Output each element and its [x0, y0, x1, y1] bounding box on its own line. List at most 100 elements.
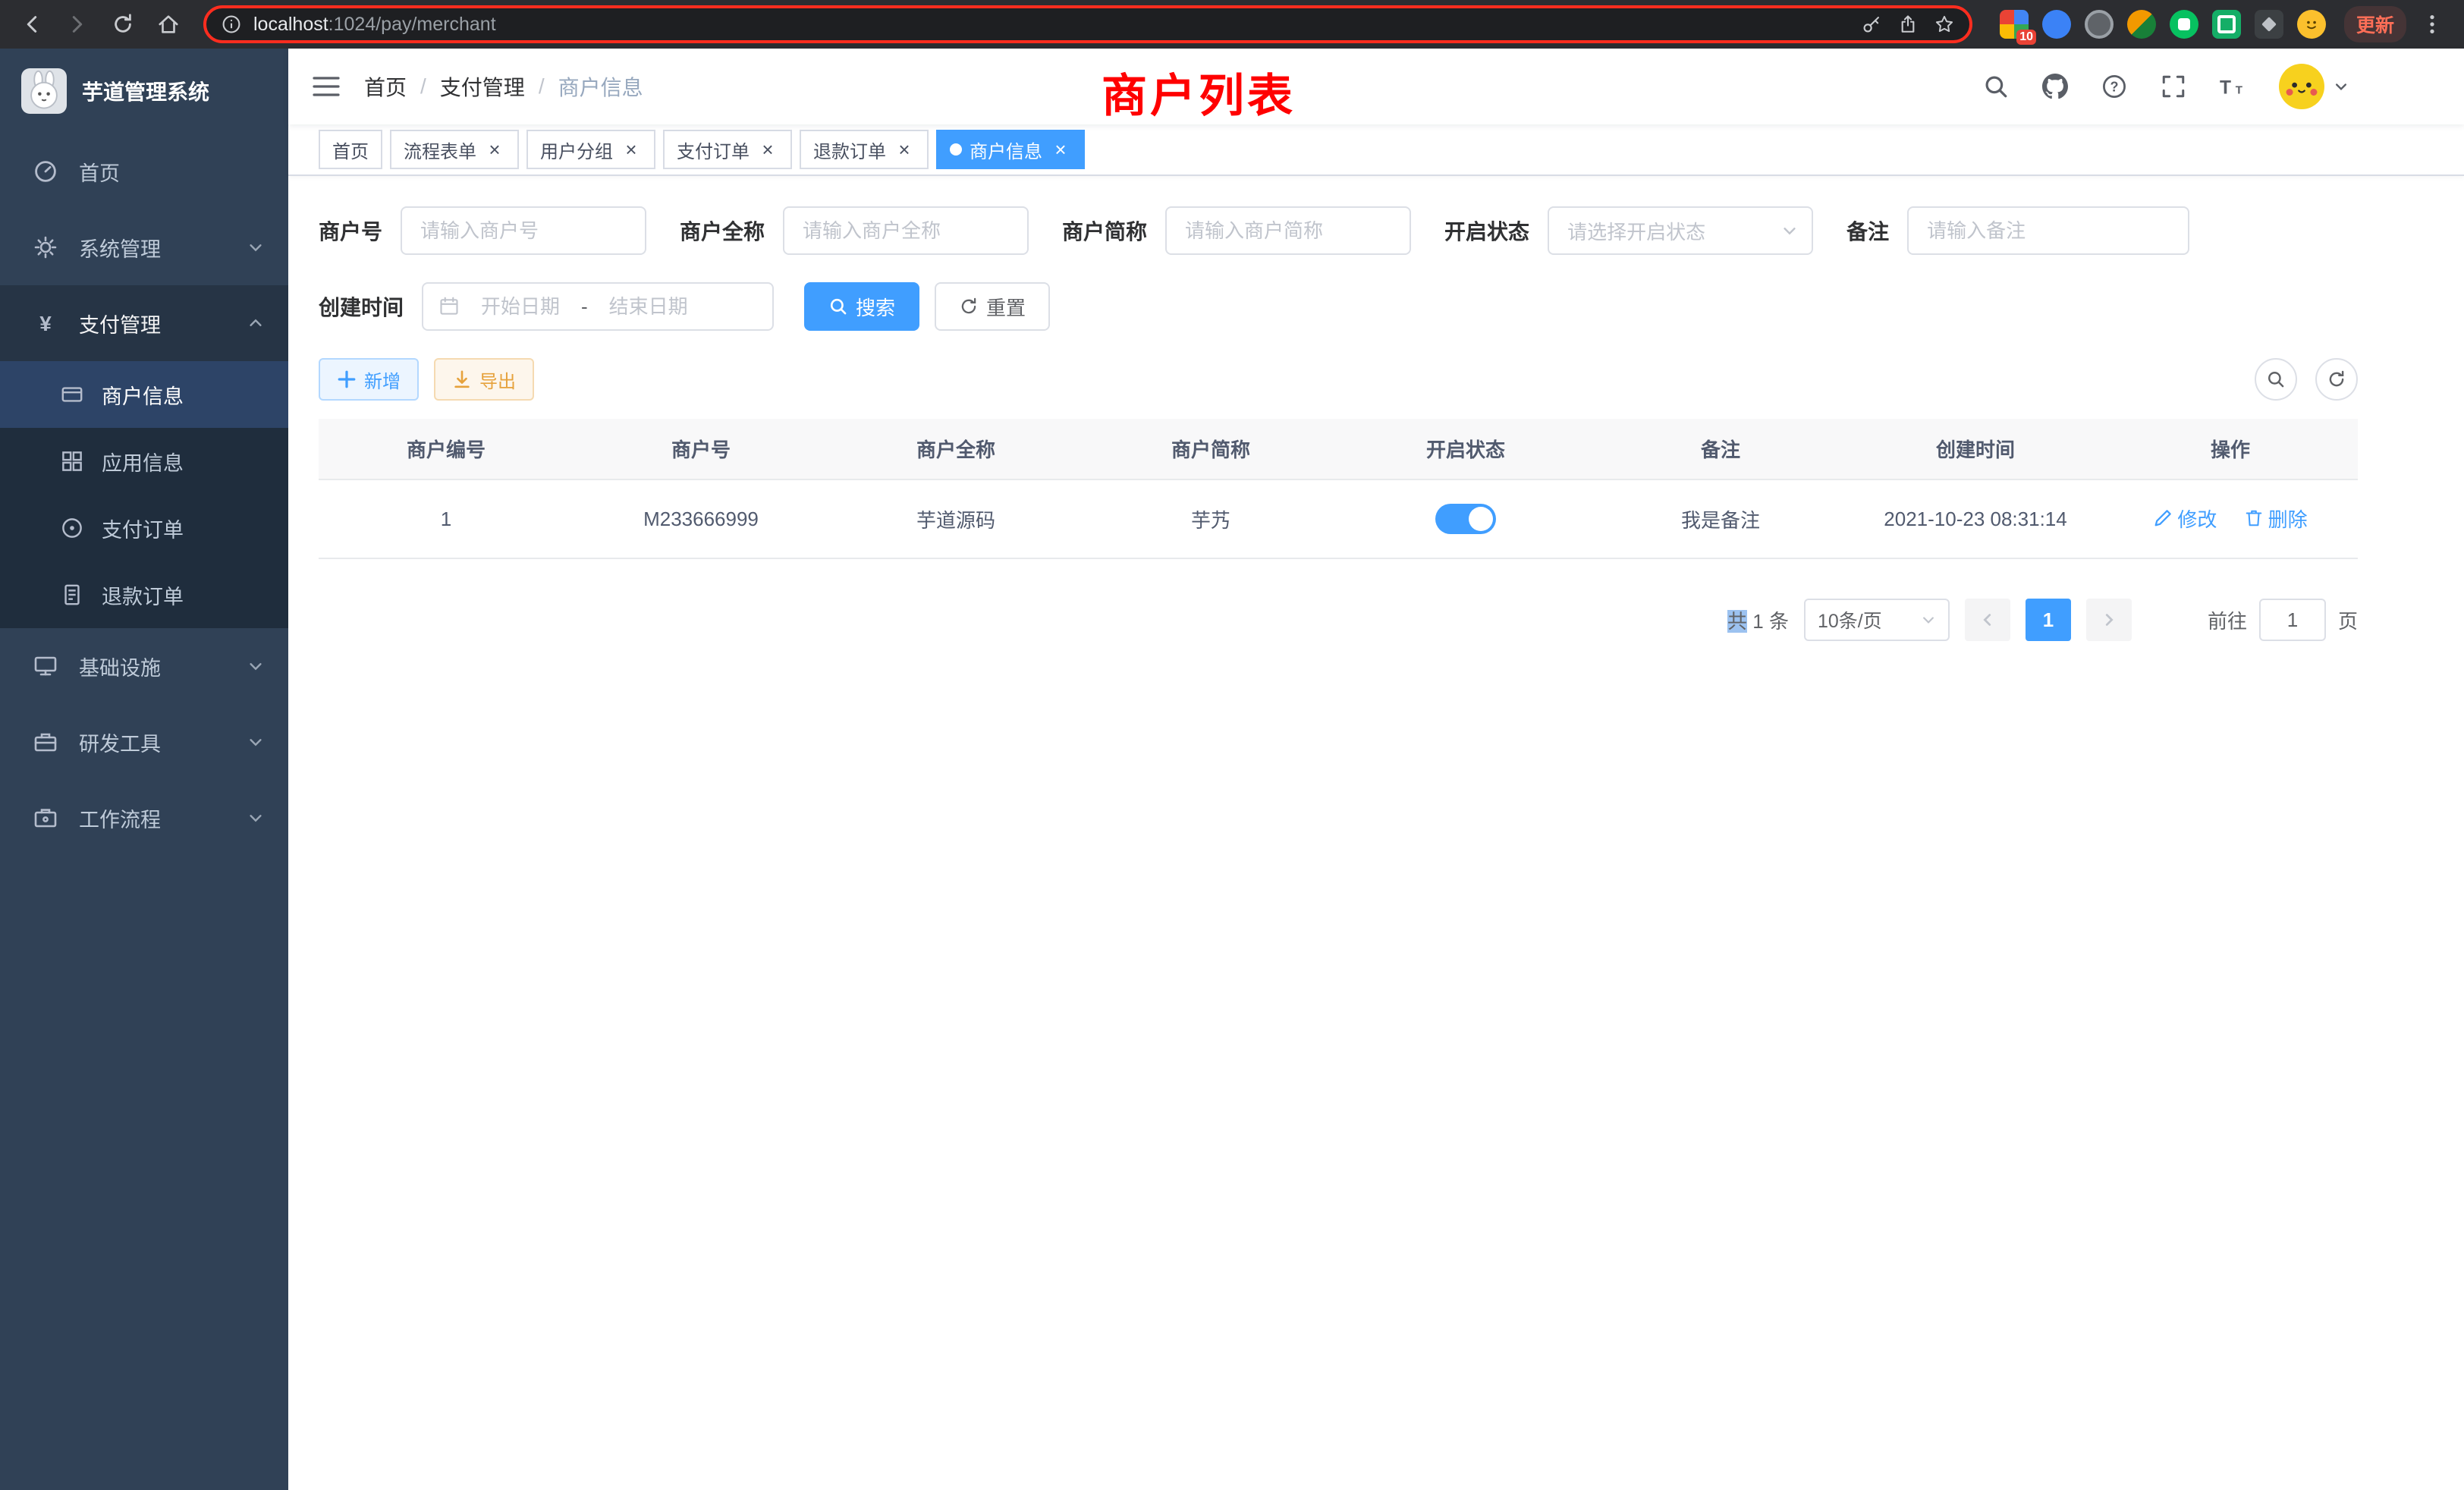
calendar-icon: [438, 296, 460, 317]
app-title: 芋道管理系统: [82, 76, 209, 106]
sidebar-item-payment[interactable]: ¥ 支付管理: [0, 285, 288, 361]
sidebar-item-refund-order[interactable]: 退款订单: [0, 561, 288, 628]
date-end-input[interactable]: [594, 295, 703, 319]
sidebar-item-system[interactable]: 系统管理: [0, 209, 288, 285]
reset-button[interactable]: 重置: [935, 282, 1050, 331]
date-start-input[interactable]: [466, 295, 575, 319]
extension-dark-icon[interactable]: [2085, 10, 2114, 39]
extensions-pin-icon[interactable]: [2255, 10, 2283, 39]
extension-grid-icon[interactable]: 10: [2000, 10, 2029, 39]
browser-reload-icon[interactable]: [103, 5, 143, 44]
bookmark-star-icon[interactable]: [1934, 14, 1954, 34]
browser-home-icon[interactable]: [149, 5, 188, 44]
tab-user-group[interactable]: 用户分组 ×: [526, 130, 655, 169]
breadcrumb-separator: /: [420, 74, 426, 99]
tab-home[interactable]: 首页: [319, 130, 382, 169]
browser-forward-icon[interactable]: [58, 5, 97, 44]
sidebar-item-workflow[interactable]: 工作流程: [0, 780, 288, 856]
search-button[interactable]: 搜索: [804, 282, 919, 331]
tab-close-icon[interactable]: ×: [621, 139, 642, 160]
tab-merchant-info[interactable]: 商户信息 ×: [936, 130, 1085, 169]
delete-link[interactable]: 删除: [2244, 505, 2308, 533]
chevron-down-icon: [1921, 612, 1936, 627]
breadcrumb-home[interactable]: 首页: [364, 71, 407, 102]
site-info-icon[interactable]: [222, 14, 241, 34]
sidebar: 芋道管理系统 首页 系统管理: [0, 49, 288, 1490]
sidebar-item-app-info[interactable]: 应用信息: [0, 428, 288, 495]
next-page-button[interactable]: [2086, 599, 2132, 641]
tab-refund-order[interactable]: 退款订单 ×: [800, 130, 929, 169]
search-icon[interactable]: [1983, 74, 2009, 99]
app-logo[interactable]: 芋道管理系统: [0, 49, 288, 134]
field-label: 开启状态: [1444, 215, 1529, 246]
tab-close-icon[interactable]: ×: [757, 139, 778, 160]
tab-pay-order[interactable]: 支付订单 ×: [663, 130, 792, 169]
tab-close-icon[interactable]: ×: [1050, 139, 1071, 160]
tab-process-form[interactable]: 流程表单 ×: [390, 130, 519, 169]
browser-back-icon[interactable]: [12, 5, 52, 44]
tab-label: 商户信息: [970, 137, 1042, 163]
extension-drop-icon[interactable]: [2042, 10, 2071, 39]
table-toolbar: 新增 导出: [319, 358, 2358, 401]
payment-submenu: 商户信息 应用信息 支付订单: [0, 361, 288, 628]
sidebar-item-label: 工作流程: [79, 803, 161, 833]
svg-text:¥: ¥: [39, 312, 52, 335]
status-select[interactable]: 请选择开启状态: [1548, 206, 1813, 255]
page-size-select[interactable]: 10条/页: [1804, 599, 1950, 641]
sidebar-item-infra[interactable]: 基础设施: [0, 628, 288, 704]
sidebar-item-label: 研发工具: [79, 728, 161, 757]
browser-window: localhost:1024/pay/merchant 10: [0, 0, 2464, 1490]
extension-smiley-icon[interactable]: [2297, 10, 2326, 39]
tab-close-icon[interactable]: ×: [484, 139, 505, 160]
share-icon[interactable]: [1898, 14, 1918, 34]
font-size-icon[interactable]: TT: [2220, 74, 2246, 99]
help-icon[interactable]: ?: [2101, 74, 2127, 99]
add-button[interactable]: 新增: [319, 358, 419, 401]
sidebar-item-pay-order[interactable]: 支付订单: [0, 495, 288, 561]
field-short-name: 商户简称: [1062, 206, 1411, 255]
sidebar-item-merchant-info[interactable]: 商户信息: [0, 361, 288, 428]
svg-text:?: ?: [2110, 79, 2118, 94]
table-toolbar-right: [2255, 358, 2358, 401]
passwords-key-icon[interactable]: [1862, 14, 1881, 34]
edit-link[interactable]: 修改: [2153, 505, 2217, 533]
merchant-no-input[interactable]: [401, 206, 646, 255]
cell-merchant-no: M233666999: [574, 479, 828, 558]
goto-page-input[interactable]: [2259, 599, 2326, 641]
fullscreen-icon[interactable]: [2161, 74, 2186, 99]
sidebar-toggle-icon[interactable]: [288, 49, 364, 124]
page-number-button[interactable]: 1: [2026, 599, 2071, 641]
sidebar-item-home[interactable]: 首页: [0, 134, 288, 209]
user-menu[interactable]: [2279, 64, 2349, 109]
toggle-search-icon[interactable]: [2255, 358, 2297, 401]
refresh-table-icon[interactable]: [2315, 358, 2358, 401]
sidebar-item-devtools[interactable]: 研发工具: [0, 704, 288, 780]
url-path: :1024/pay/merchant: [328, 14, 496, 35]
col-merchant-no: 商户号: [574, 419, 828, 479]
extension-badge: 10: [2016, 30, 2036, 45]
page-size-value: 10条/页: [1818, 606, 1882, 633]
merchant-table: 商户编号 商户号 商户全称 商户简称 开启状态 备注 创建时间 操作 1: [319, 419, 2358, 559]
table-row: 1 M233666999 芋道源码 芋艿 我是备注 2021-10-23 08:…: [319, 479, 2358, 558]
extension-green-square-icon[interactable]: [2212, 10, 2241, 39]
browser-update-button[interactable]: 更新: [2344, 6, 2406, 42]
address-bar[interactable]: localhost:1024/pay/merchant: [203, 5, 1972, 43]
prev-page-button[interactable]: [1965, 599, 2010, 641]
field-label: 创建时间: [319, 291, 404, 322]
svg-text:T: T: [2220, 77, 2231, 98]
tab-label: 流程表单: [404, 137, 476, 163]
export-button[interactable]: 导出: [434, 358, 534, 401]
extension-green-circle-icon[interactable]: [2170, 10, 2198, 39]
breadcrumb-payment[interactable]: 支付管理: [440, 71, 525, 102]
github-icon[interactable]: [2042, 74, 2068, 99]
short-name-input[interactable]: [1165, 206, 1411, 255]
tab-close-icon[interactable]: ×: [894, 139, 915, 160]
logo-rabbit-avatar: [21, 68, 67, 114]
date-range-picker[interactable]: -: [422, 282, 774, 331]
search-button-label: 搜索: [856, 293, 895, 321]
remark-input[interactable]: [1907, 206, 2189, 255]
full-name-input[interactable]: [783, 206, 1029, 255]
extension-duo-icon[interactable]: [2127, 10, 2156, 39]
status-toggle[interactable]: [1435, 504, 1496, 534]
browser-menu-icon[interactable]: [2412, 5, 2452, 44]
